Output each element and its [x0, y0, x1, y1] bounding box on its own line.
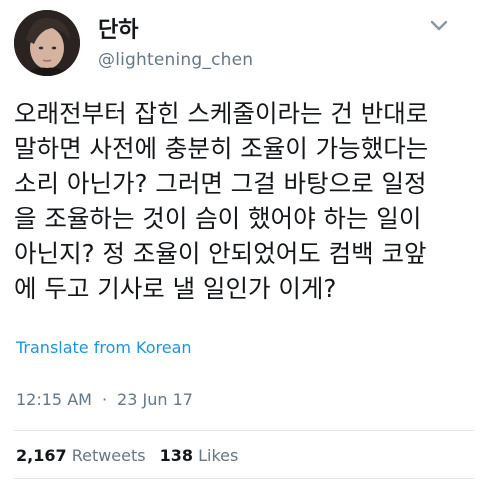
tweet-date: 23 Jun 17 — [117, 390, 193, 409]
retweets-count: 2,167 — [16, 446, 67, 465]
avatar[interactable] — [14, 10, 80, 76]
tweet-time: 12:15 AM — [16, 390, 92, 409]
tweet-text: 오래전부터 잡힌 스케줄이라는 건 반대로 말하면 사전에 충분히 조율이 가능… — [14, 99, 429, 303]
likes-count: 138 — [159, 446, 194, 465]
divider — [14, 478, 474, 479]
tweet-timestamp[interactable]: 12:15 AM · 23 Jun 17 — [16, 390, 193, 409]
tweet-stats: 2,167 Retweets 138 Likes — [16, 446, 238, 465]
retweets-label: Retweets — [71, 446, 146, 465]
user-handle[interactable]: @lightening_chen — [98, 50, 253, 70]
retweets-stat[interactable]: 2,167 Retweets — [16, 446, 146, 465]
translate-link[interactable]: Translate from Korean — [16, 338, 192, 357]
likes-stat[interactable]: 138 Likes — [160, 446, 239, 465]
meta-separator: · — [101, 390, 108, 409]
chevron-down-icon[interactable] — [430, 18, 448, 32]
tweet-header: 단하 @lightening_chen — [14, 10, 466, 80]
likes-label: Likes — [198, 446, 239, 465]
avatar-image — [14, 10, 80, 76]
display-name[interactable]: 단하 — [98, 18, 253, 44]
divider — [14, 430, 474, 431]
